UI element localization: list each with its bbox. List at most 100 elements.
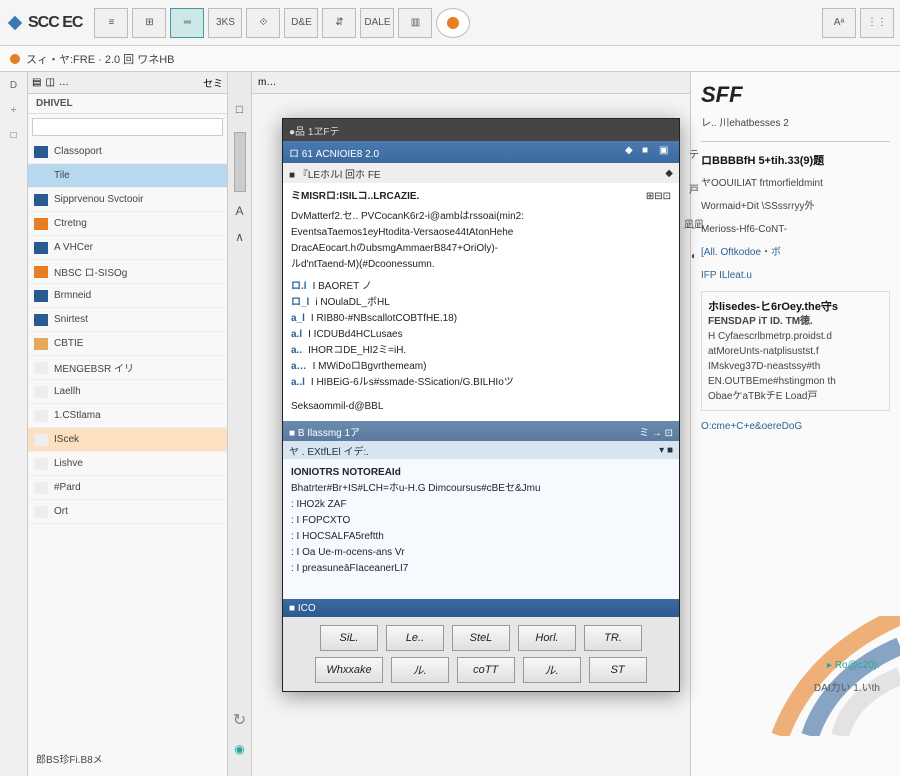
line-text: IHORコDE_HI2ミ=iH.	[308, 343, 406, 359]
toolbar-button-8[interactable]: ▥	[398, 8, 432, 38]
list-item[interactable]: Brmneid	[28, 284, 227, 308]
toolbar-button-0[interactable]: ≡	[94, 8, 128, 38]
list-item[interactable]: Laellh	[28, 380, 227, 404]
list-item[interactable]: IScek	[28, 428, 227, 452]
rp-card-l0: H Cyfaescrlbmetrp.proidst.d	[708, 329, 883, 344]
gutter-btn-2[interactable]: ∧	[235, 230, 244, 244]
toolbar-right-0[interactable]: Aᵃ	[822, 8, 856, 38]
line-index: a…	[291, 359, 307, 375]
dialog-para-2: DracAEocart.hのubsmgAmmaerB847+OriOly)-	[291, 241, 671, 257]
lp-tool-2[interactable]: …	[59, 77, 69, 88]
rp-badge2[interactable]: DAI力い 1.いth	[814, 679, 880, 694]
left-panel-search[interactable]	[32, 118, 223, 136]
decorative-swirl-icon	[720, 616, 900, 736]
rail-item-1[interactable]: ÷	[11, 105, 17, 116]
toolbar-button-1[interactable]: ⊞	[132, 8, 166, 38]
rp-footer-link[interactable]: O:cme+C+e&oereDoG	[701, 419, 890, 434]
toolbar-button-6[interactable]: ⇵	[322, 8, 356, 38]
side-item-2[interactable]: 凪凪	[684, 216, 704, 231]
breadcrumb-text: スィ・ヤ:FRE · 2.0 回 ワネHB	[26, 51, 175, 67]
list-item-label: MENGEBSR イリ	[54, 360, 221, 375]
toolbar-button-5[interactable]: D&E	[284, 8, 318, 38]
list-item[interactable]: #Pard	[28, 476, 227, 500]
toolbar-button-9[interactable]	[436, 8, 470, 38]
dialog-statusbar: ■ ICO	[283, 599, 679, 617]
dialog-button[interactable]: Whxxake	[315, 657, 382, 683]
list-item[interactable]: CBTIE	[28, 332, 227, 356]
list-item-label: Classoport	[54, 146, 221, 157]
dialog-button[interactable]: ST	[589, 657, 647, 683]
list-item-label: A VHCer	[54, 242, 221, 253]
color-swatch-icon	[34, 506, 48, 518]
line-text: I MWiDoロBgvrthemeam)	[313, 359, 427, 375]
rail-item-0[interactable]: D	[10, 80, 17, 91]
dialog-header-icon-1[interactable]: ■	[642, 145, 656, 159]
dialog-button[interactable]: ル.	[391, 657, 449, 683]
list-item[interactable]: Snirtest	[28, 308, 227, 332]
list-item[interactable]: A VHCer	[28, 236, 227, 260]
toolbar-right-1[interactable]: ⋮⋮	[860, 8, 894, 38]
list-item[interactable]: Lishve	[28, 452, 227, 476]
gutter-dot-icon[interactable]: ◉	[234, 742, 244, 756]
dialog-button[interactable]: TR.	[584, 625, 642, 651]
dialog-para-0: DvMatterf2.セ.. PVCocanK6r2-i@ambはrssoai(…	[291, 209, 671, 225]
color-swatch-icon	[34, 386, 48, 398]
rp-badge1[interactable]: ▸ Ro@c20).	[827, 660, 880, 671]
side-item-0[interactable]: テ	[689, 146, 699, 161]
list-item[interactable]: NBSC ロ-SISOg	[28, 260, 227, 284]
dialog-subtoolbar: ■ 『LEホルl 回ホ FE ◆	[283, 163, 679, 183]
dialog-button[interactable]: coTT	[457, 657, 515, 683]
list-item[interactable]: Tile	[28, 164, 227, 188]
lp-tool-1[interactable]: ◫	[45, 77, 54, 88]
dialog-header-icon-0[interactable]: ◆	[625, 145, 639, 159]
list-item-label: IScek	[54, 434, 221, 445]
dialog-body-icon-2[interactable]: ⊡	[663, 189, 671, 205]
lp-tabs-right[interactable]: セミ	[203, 75, 223, 90]
rail-item-2[interactable]: □	[10, 130, 16, 141]
rp-link-2[interactable]: IFP ILleat.u	[701, 268, 890, 283]
dialog-header: ロ 61 ACNIOIE8 2.0 ◆ ■ ▣	[283, 141, 679, 163]
center-tab[interactable]: m…	[252, 72, 690, 94]
dialog-body-icon-0[interactable]: ⊞	[646, 189, 654, 205]
toolbar-button-7[interactable]: DALE	[360, 8, 394, 38]
gutter-scrollbar[interactable]	[234, 132, 246, 192]
toolbar-button-4[interactable]: ⟐	[246, 8, 280, 38]
dialog-lower-toolbar-right[interactable]: ▾ ■	[659, 445, 673, 456]
toolbar-button-3[interactable]: 3KS	[208, 8, 242, 38]
dialog-body-footer: Seksaommil-d@BBL	[291, 399, 671, 415]
dialog-subtoolbar-icon[interactable]: ◆	[665, 168, 673, 179]
gutter-btn-1[interactable]: A	[235, 204, 243, 218]
right-panel: SFF レ.. 川ehatbesses 2 ロBBBBfH 5+tih.33(9…	[690, 72, 900, 776]
dialog-button[interactable]: ル.	[523, 657, 581, 683]
list-item[interactable]: MENGEBSR イリ	[28, 356, 227, 380]
list-item-label: Lishve	[54, 458, 221, 469]
dialog-lower-toolbar: ヤ . EXtfLEl イデ:. ▾ ■	[283, 441, 679, 459]
dialog-filter-right[interactable]: ミ → ⊡	[639, 424, 673, 439]
lp-tool-0[interactable]: ▤	[32, 77, 41, 88]
dialog-lower-long: Bhatrter#Br+IS#LCH=ホu-H.G Dimcoursus#cBE…	[291, 481, 671, 497]
dialog-body-icon-1[interactable]: ⊟	[654, 189, 662, 205]
dialog-button[interactable]: SteL	[452, 625, 510, 651]
dialog-button[interactable]: Horl.	[518, 625, 576, 651]
dialog-header-icon-2[interactable]: ▣	[659, 145, 673, 159]
list-item[interactable]: Sipprvenou Svctooir	[28, 188, 227, 212]
list-item[interactable]: 1.CStlama	[28, 404, 227, 428]
gutter-btn-0[interactable]: □	[236, 102, 243, 116]
brand-logo-text: SFF	[701, 82, 890, 108]
side-item-1[interactable]: 戸	[689, 181, 699, 196]
side-item-3[interactable]: ◐	[691, 251, 697, 262]
gutter-loop-icon[interactable]: ↻	[233, 710, 246, 730]
rp-link-1[interactable]: [All. Oftkodoe・ボ	[701, 245, 890, 260]
dialog-button[interactable]: Le..	[386, 625, 444, 651]
line-text: i NOulaDL_ボHL	[315, 295, 389, 311]
color-swatch-icon	[34, 266, 48, 278]
color-swatch-icon	[34, 146, 48, 158]
list-item[interactable]: Classoport	[28, 140, 227, 164]
list-item[interactable]: Ort	[28, 500, 227, 524]
dialog-button[interactable]: SiL.	[320, 625, 378, 651]
dialog-subtoolbar-text: ■ 『LEホルl 回ホ FE	[289, 166, 381, 181]
toolbar-button-2[interactable]: ═	[170, 8, 204, 38]
rp-card-l1: atMoreUnts-natplisustst.f	[708, 344, 883, 359]
dialog-titlebar[interactable]: ●品 1ヱFテ	[283, 119, 679, 141]
list-item[interactable]: Ctretng	[28, 212, 227, 236]
